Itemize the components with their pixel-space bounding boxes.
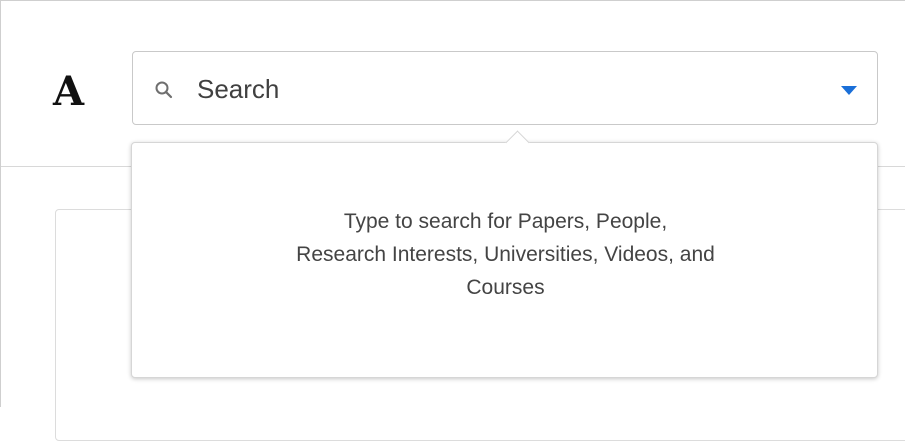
- search-hint-line: Type to search for Papers, People,: [343, 210, 668, 233]
- caret-down-icon: [841, 86, 857, 95]
- site-logo[interactable]: A: [53, 67, 103, 117]
- search-input[interactable]: [197, 70, 817, 108]
- search-icon: [154, 80, 174, 100]
- search-hint-line: Research Interests, Universities, Videos…: [296, 243, 715, 266]
- search-bar[interactable]: [132, 51, 878, 125]
- search-hint-popover: Type to search for Papers, People, Resea…: [131, 130, 878, 378]
- search-scope-dropdown[interactable]: [833, 76, 863, 102]
- search-hint-line: Courses: [466, 276, 545, 299]
- search-hint-text: Type to search for Papers, People, Resea…: [212, 205, 799, 304]
